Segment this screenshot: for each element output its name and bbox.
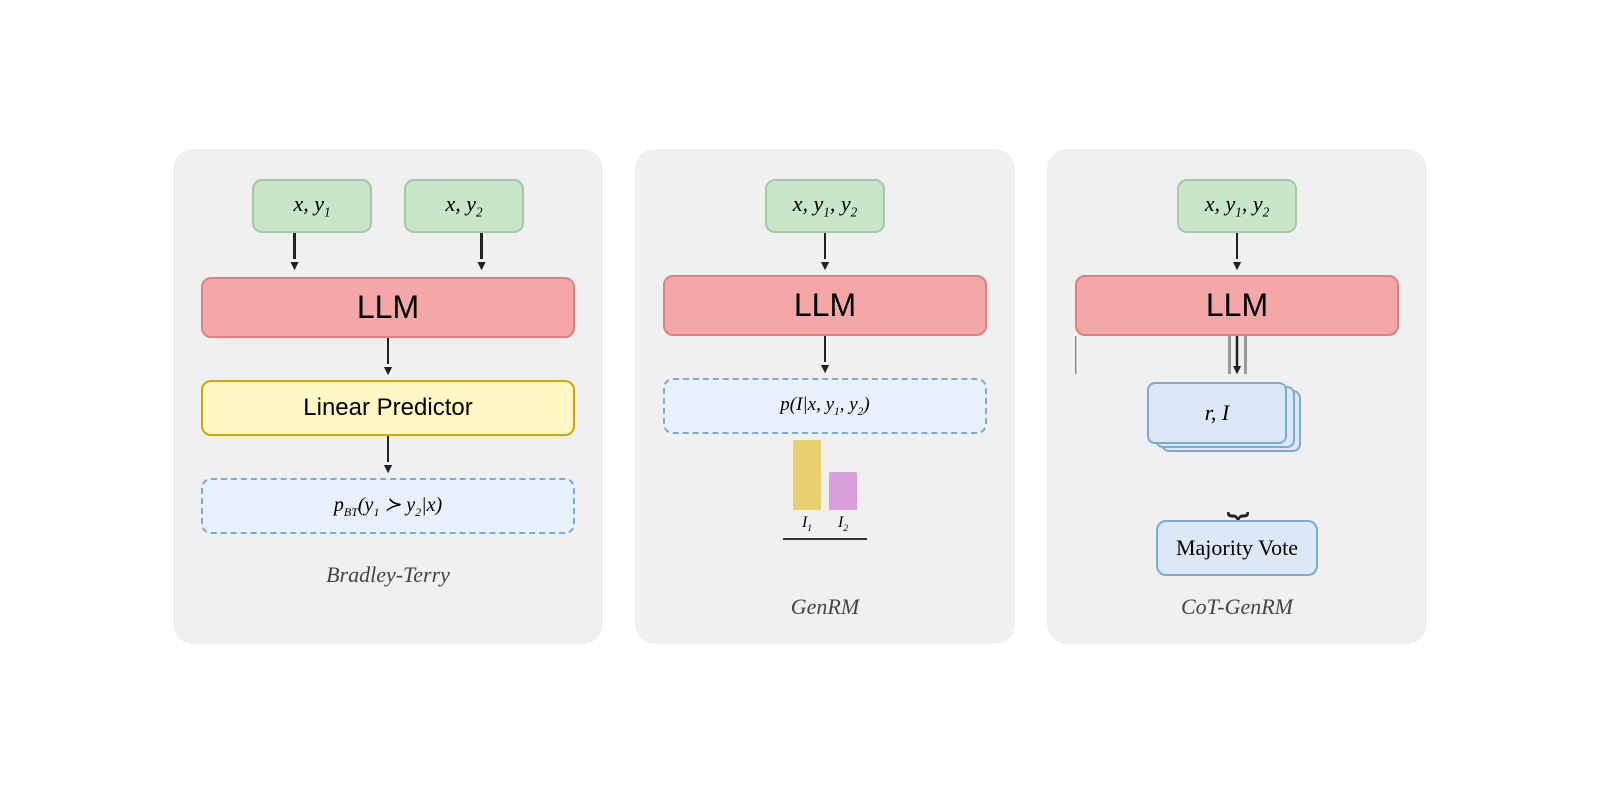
genrm-bar-1-label: I1	[802, 514, 812, 534]
bt-dual-arrows: ▼ ▼	[201, 233, 575, 277]
bt-output-box: pBT(y1 ≻ y2|x)	[201, 478, 575, 534]
cot-card-front: r, I	[1147, 382, 1287, 444]
bt-input-label-2: x, y2	[445, 191, 482, 220]
diagrams-container: x, y1 x, y2 ▼ ▼ LLM	[149, 125, 1451, 667]
cot-card-label: r, I	[1205, 400, 1229, 426]
genrm-bar-chart: I1 I2	[783, 460, 867, 540]
genrm-arrow-2: ▼	[818, 336, 832, 378]
bt-output-label: pBT(y1 ≻ y2|x)	[334, 492, 442, 520]
genrm-bar-1: I1	[793, 440, 821, 534]
cotgenrm-panel: x, y1, y2 ▼ LLM ▼	[1047, 149, 1427, 643]
cot-vote-label: Majority Vote	[1176, 535, 1298, 561]
genrm-bar-2-label: I2	[838, 514, 848, 534]
bt-arrow-right: ▼	[475, 233, 489, 277]
cot-triple-arrows: ▼	[1075, 336, 1399, 382]
cot-input-box: x, y1, y2	[1177, 179, 1297, 232]
cot-vote-box: Majority Vote	[1156, 520, 1318, 576]
cot-left-line	[1228, 336, 1231, 374]
genrm-input-label: x, y1, y2	[793, 191, 857, 220]
cot-vote-box-wrapper: Majority Vote	[1156, 520, 1318, 576]
bradley-terry-panel: x, y1 x, y2 ▼ ▼ LLM	[173, 149, 603, 643]
bt-input-col-1: x, y1	[252, 179, 372, 232]
bt-arrow-predictor-to-output: ▼	[381, 436, 395, 478]
genrm-panel: x, y1, y2 ▼ LLM ▼ p(I|x, y1, y2) I1	[635, 149, 1015, 643]
cot-arrow-1: ▼	[1230, 233, 1244, 275]
bt-input-col-2: x, y2	[404, 179, 524, 232]
genrm-bar-1-rect	[793, 440, 821, 510]
cot-llm-label: LLM	[1206, 287, 1268, 324]
genrm-input-box: x, y1, y2	[765, 179, 885, 232]
genrm-bar-2: I2	[829, 472, 857, 534]
bt-arrow-llm-to-predictor: ▼	[381, 338, 395, 380]
bt-arrow-left: ▼	[288, 233, 302, 277]
cot-brace-section: ⏟ Majority Vote	[1075, 478, 1399, 576]
cot-right-line	[1244, 336, 1247, 374]
bt-panel-label: Bradley-Terry	[326, 562, 450, 588]
bt-inputs: x, y1 x, y2	[252, 179, 524, 232]
genrm-llm-label: LLM	[794, 287, 856, 324]
cot-input-label: x, y1, y2	[1205, 191, 1269, 220]
cot-stacked-cards: r, I	[1147, 382, 1327, 472]
cot-brace: ⏟	[1227, 478, 1248, 516]
genrm-bar-2-rect	[829, 472, 857, 510]
bt-llm-label: LLM	[357, 289, 419, 326]
bt-llm-box: LLM	[201, 277, 575, 338]
cot-center-arrow: ▼	[1230, 336, 1244, 378]
genrm-output-label: p(I|x, y1, y2)	[780, 394, 869, 418]
genrm-panel-label: GenRM	[791, 594, 859, 620]
bt-input-box-2: x, y2	[404, 179, 524, 232]
cot-panel-label: CoT-GenRM	[1181, 594, 1293, 620]
genrm-llm-box: LLM	[663, 275, 987, 336]
linear-predictor-box: Linear Predictor	[201, 380, 575, 436]
bt-input-label-1: x, y1	[293, 191, 330, 220]
bt-input-box-1: x, y1	[252, 179, 372, 232]
genrm-output-box: p(I|x, y1, y2)	[663, 378, 987, 434]
cot-llm-box: LLM	[1075, 275, 1399, 336]
genrm-arrow-1: ▼	[818, 233, 832, 275]
linear-predictor-label: Linear Predictor	[303, 394, 472, 422]
